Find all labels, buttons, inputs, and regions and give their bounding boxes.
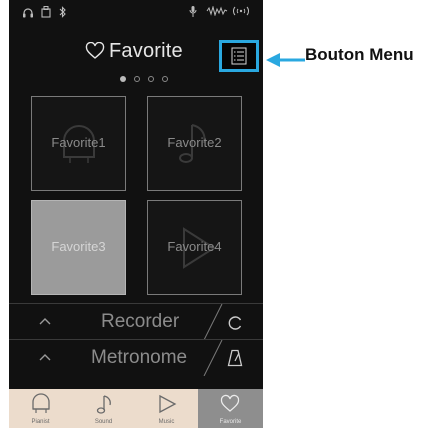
favorite-label: Favorite1 — [51, 135, 106, 150]
favorite-tile-4[interactable]: Favorite4 — [147, 200, 242, 295]
bottom-nav: Pianist Sound Music Favorite — [9, 389, 263, 428]
headphones-icon — [23, 8, 33, 18]
piano-icon — [32, 393, 50, 413]
divider-slash — [203, 340, 223, 376]
chevron-up-icon[interactable] — [39, 353, 51, 361]
menu-button[interactable] — [219, 40, 259, 72]
metronome-bar[interactable]: Metronome — [9, 339, 263, 376]
favorite-tile-1[interactable]: Favorite1 — [31, 96, 126, 191]
nav-label: Music — [158, 419, 175, 425]
status-bar — [9, 0, 263, 22]
favorite-tile-2[interactable]: Favorite2 — [147, 96, 242, 191]
favorite-tile-3[interactable]: Favorite3 — [31, 200, 126, 295]
metronome-label: Metronome — [91, 347, 188, 368]
music-note-icon — [96, 395, 111, 414]
audio-wave-icon — [206, 6, 228, 16]
heart-icon — [85, 42, 105, 59]
play-icon — [159, 394, 177, 414]
wireless-icon — [233, 6, 249, 16]
usb-icon — [41, 6, 51, 18]
recorder-circle-icon[interactable] — [227, 315, 243, 331]
nav-label: Pianist — [31, 419, 50, 425]
page-indicator — [9, 76, 263, 86]
nav-item-music[interactable]: Music — [135, 389, 198, 428]
chevron-up-icon[interactable] — [39, 317, 51, 325]
heart-icon — [220, 394, 240, 412]
recorder-bar[interactable]: Recorder — [9, 303, 263, 340]
bluetooth-icon — [59, 6, 66, 18]
menu-list-icon — [231, 47, 247, 65]
page-dot[interactable] — [120, 76, 126, 82]
page-dot[interactable] — [162, 76, 168, 82]
app-screen: Favorite Favorite1 Favorite2 Favorite3 F… — [9, 0, 263, 428]
annotation-label: Bouton Menu — [305, 45, 414, 64]
nav-item-favorite[interactable]: Favorite — [198, 389, 263, 428]
microphone-icon — [189, 6, 197, 17]
favorite-label: Favorite4 — [167, 239, 222, 254]
favorite-label: Favorite3 — [51, 239, 106, 254]
metronome-icon[interactable] — [227, 349, 243, 367]
nav-label: Sound — [94, 419, 113, 425]
page-title: Favorite — [109, 40, 183, 62]
page-dot[interactable] — [134, 76, 140, 82]
recorder-label: Recorder — [101, 311, 180, 332]
favorite-label: Favorite2 — [167, 135, 222, 150]
nav-label: Favorite — [219, 419, 242, 425]
nav-item-sound[interactable]: Sound — [72, 389, 135, 428]
annotation-arrow-icon — [266, 53, 305, 67]
page-dot[interactable] — [148, 76, 154, 82]
divider-slash — [203, 304, 223, 340]
nav-item-pianist[interactable]: Pianist — [9, 389, 72, 428]
